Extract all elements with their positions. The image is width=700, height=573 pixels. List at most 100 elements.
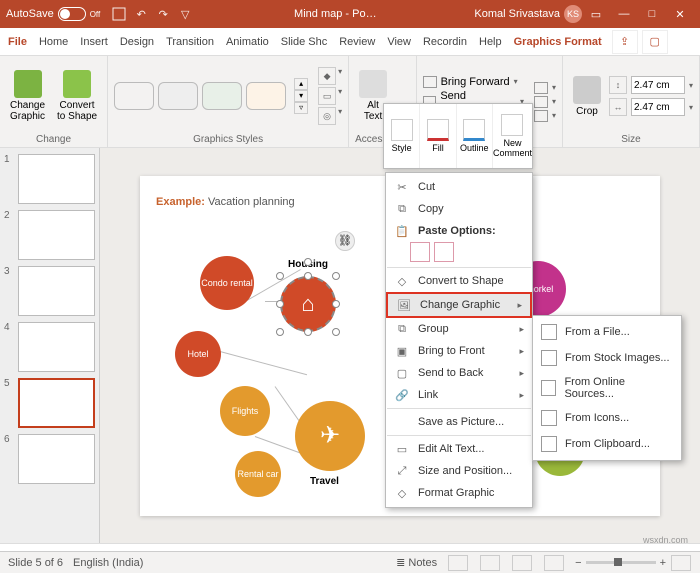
tab-slideshow[interactable]: Slide Shc bbox=[275, 28, 333, 55]
minimize-icon[interactable]: ― bbox=[610, 0, 638, 28]
zoom-slider[interactable] bbox=[586, 561, 656, 564]
autosave-toggle[interactable] bbox=[58, 7, 86, 21]
outline-icon[interactable]: ▭ bbox=[318, 87, 336, 105]
autosave-state: Off bbox=[90, 10, 101, 19]
zoom-fit-icon[interactable] bbox=[671, 555, 691, 571]
zoom-out-icon[interactable]: − bbox=[575, 557, 581, 569]
width-input[interactable] bbox=[631, 98, 685, 116]
share-icon[interactable]: ⇪ bbox=[612, 30, 638, 54]
tab-review[interactable]: Review bbox=[333, 28, 381, 55]
group-button[interactable]: ▾ bbox=[534, 96, 556, 108]
thumbnail-4[interactable] bbox=[18, 322, 95, 372]
tab-home[interactable]: Home bbox=[33, 28, 74, 55]
bring-forward-button[interactable]: Bring Forward ▾ bbox=[423, 76, 524, 88]
height-input[interactable] bbox=[631, 76, 685, 94]
sub-from-stock[interactable]: From Stock Images... bbox=[533, 345, 681, 371]
align-button[interactable]: ▾ bbox=[534, 82, 556, 94]
user-badge[interactable]: KS bbox=[564, 5, 582, 23]
ctx-cut[interactable]: ✂Cut bbox=[386, 176, 532, 198]
crop-button[interactable]: Crop bbox=[569, 74, 605, 119]
close-icon[interactable]: ✕ bbox=[666, 0, 694, 28]
zoom-in-icon[interactable]: + bbox=[660, 557, 666, 569]
mini-outline-button[interactable]: Outline bbox=[457, 104, 493, 168]
thumbnail-3[interactable] bbox=[18, 266, 95, 316]
mini-style-button[interactable]: Style bbox=[384, 104, 420, 168]
status-lang[interactable]: English (India) bbox=[73, 557, 143, 569]
ctx-alt-text[interactable]: ▭Edit Alt Text... bbox=[386, 438, 532, 460]
watermark: wsxdn.com bbox=[643, 535, 688, 545]
tab-transitions[interactable]: Transition bbox=[160, 28, 220, 55]
sub-from-clipboard[interactable]: From Clipboard... bbox=[533, 431, 681, 457]
save-icon[interactable] bbox=[110, 5, 128, 23]
tab-view[interactable]: View bbox=[381, 28, 417, 55]
tab-graphics-format[interactable]: Graphics Format bbox=[508, 28, 608, 55]
link-indicator-icon[interactable]: ⛓ bbox=[335, 231, 355, 251]
mini-comment-button[interactable]: New Comment bbox=[493, 104, 532, 168]
label-travel: Travel bbox=[310, 476, 339, 487]
undo-icon[interactable]: ↶ bbox=[132, 5, 150, 23]
thumbnail-5[interactable] bbox=[18, 378, 95, 428]
view-reading-icon[interactable] bbox=[512, 555, 532, 571]
autosave-label: AutoSave bbox=[6, 8, 54, 20]
view-normal-icon[interactable] bbox=[448, 555, 468, 571]
change-graphic-button[interactable]: Change Graphic bbox=[6, 68, 49, 124]
sub-from-icons[interactable]: From Icons... bbox=[533, 405, 681, 431]
view-sorter-icon[interactable] bbox=[480, 555, 500, 571]
thumbnail-1[interactable] bbox=[18, 154, 95, 204]
paste-option-1[interactable] bbox=[410, 242, 430, 262]
thumbnail-2[interactable] bbox=[18, 210, 95, 260]
ctx-group[interactable]: ⧉Group▸ bbox=[386, 318, 532, 340]
ctx-paste-label: 📋Paste Options: bbox=[386, 220, 532, 242]
paste-option-2[interactable] bbox=[434, 242, 454, 262]
rotate-button[interactable]: ▾ bbox=[534, 110, 556, 122]
change-graphic-submenu: From a File... From Stock Images... From… bbox=[532, 315, 682, 461]
node-travel-icon[interactable]: ✈ bbox=[295, 401, 365, 471]
convert-shape-button[interactable]: Convert to Shape bbox=[53, 68, 101, 124]
comments-icon[interactable]: ▢ bbox=[642, 30, 668, 54]
window-title: Mind map - Po… bbox=[196, 8, 474, 20]
group-label-size: Size bbox=[569, 132, 693, 145]
node-rental[interactable]: Rental car bbox=[235, 451, 281, 497]
status-notes[interactable]: ≣ Notes bbox=[396, 556, 437, 569]
styles-gallery[interactable] bbox=[114, 82, 286, 110]
node-condo[interactable]: Condo rental bbox=[200, 256, 254, 310]
selected-graphic[interactable]: ⌂ bbox=[280, 276, 336, 332]
ctx-bring-front[interactable]: ▣Bring to Front▸ bbox=[386, 340, 532, 362]
fill-icon[interactable]: ◆ bbox=[318, 67, 336, 85]
user-name: Komal Srivastava bbox=[474, 8, 560, 20]
ctx-send-back[interactable]: ▢Send to Back▸ bbox=[386, 362, 532, 384]
tab-insert[interactable]: Insert bbox=[74, 28, 114, 55]
start-icon[interactable]: ▽ bbox=[176, 5, 194, 23]
ribbon-opts-icon[interactable]: ▭ bbox=[582, 0, 610, 28]
height-icon: ↕ bbox=[609, 76, 627, 94]
tab-animations[interactable]: Animatio bbox=[220, 28, 275, 55]
mini-fill-button[interactable]: Fill bbox=[420, 104, 456, 168]
gallery-more-icon[interactable]: ▿ bbox=[294, 102, 308, 114]
tab-file[interactable]: File bbox=[2, 28, 33, 55]
thumbnail-6[interactable] bbox=[18, 434, 95, 484]
width-icon: ↔ bbox=[609, 98, 627, 116]
ctx-size-position[interactable]: ⤢Size and Position... bbox=[386, 460, 532, 482]
maximize-icon[interactable]: □ bbox=[638, 0, 666, 28]
tab-recording[interactable]: Recordin bbox=[417, 28, 473, 55]
ctx-format-graphic[interactable]: ◇Format Graphic bbox=[386, 482, 532, 504]
tab-help[interactable]: Help bbox=[473, 28, 508, 55]
gallery-down-icon[interactable]: ▾ bbox=[294, 90, 308, 102]
node-flights[interactable]: Flights bbox=[220, 386, 270, 436]
ctx-copy[interactable]: ⧉Copy bbox=[386, 198, 532, 220]
group-label-styles: Graphics Styles bbox=[114, 132, 342, 145]
gallery-up-icon[interactable]: ▴ bbox=[294, 78, 308, 90]
node-hotel[interactable]: Hotel bbox=[175, 331, 221, 377]
effects-icon[interactable]: ◎ bbox=[318, 107, 336, 125]
sub-from-file[interactable]: From a File... bbox=[533, 319, 681, 345]
context-menu: ✂Cut ⧉Copy 📋Paste Options: ◇Convert to S… bbox=[385, 172, 533, 508]
mini-toolbar: Style Fill Outline New Comment bbox=[383, 103, 533, 169]
redo-icon[interactable]: ↷ bbox=[154, 5, 172, 23]
ctx-change-graphic[interactable]: 🖼Change Graphic▸ bbox=[386, 292, 532, 318]
sub-from-online[interactable]: From Online Sources... bbox=[533, 371, 681, 405]
view-slideshow-icon[interactable] bbox=[544, 555, 564, 571]
ctx-save-picture[interactable]: Save as Picture... bbox=[386, 411, 532, 433]
ctx-convert-shape[interactable]: ◇Convert to Shape bbox=[386, 270, 532, 292]
ctx-link[interactable]: 🔗Link▸ bbox=[386, 384, 532, 406]
tab-design[interactable]: Design bbox=[114, 28, 160, 55]
